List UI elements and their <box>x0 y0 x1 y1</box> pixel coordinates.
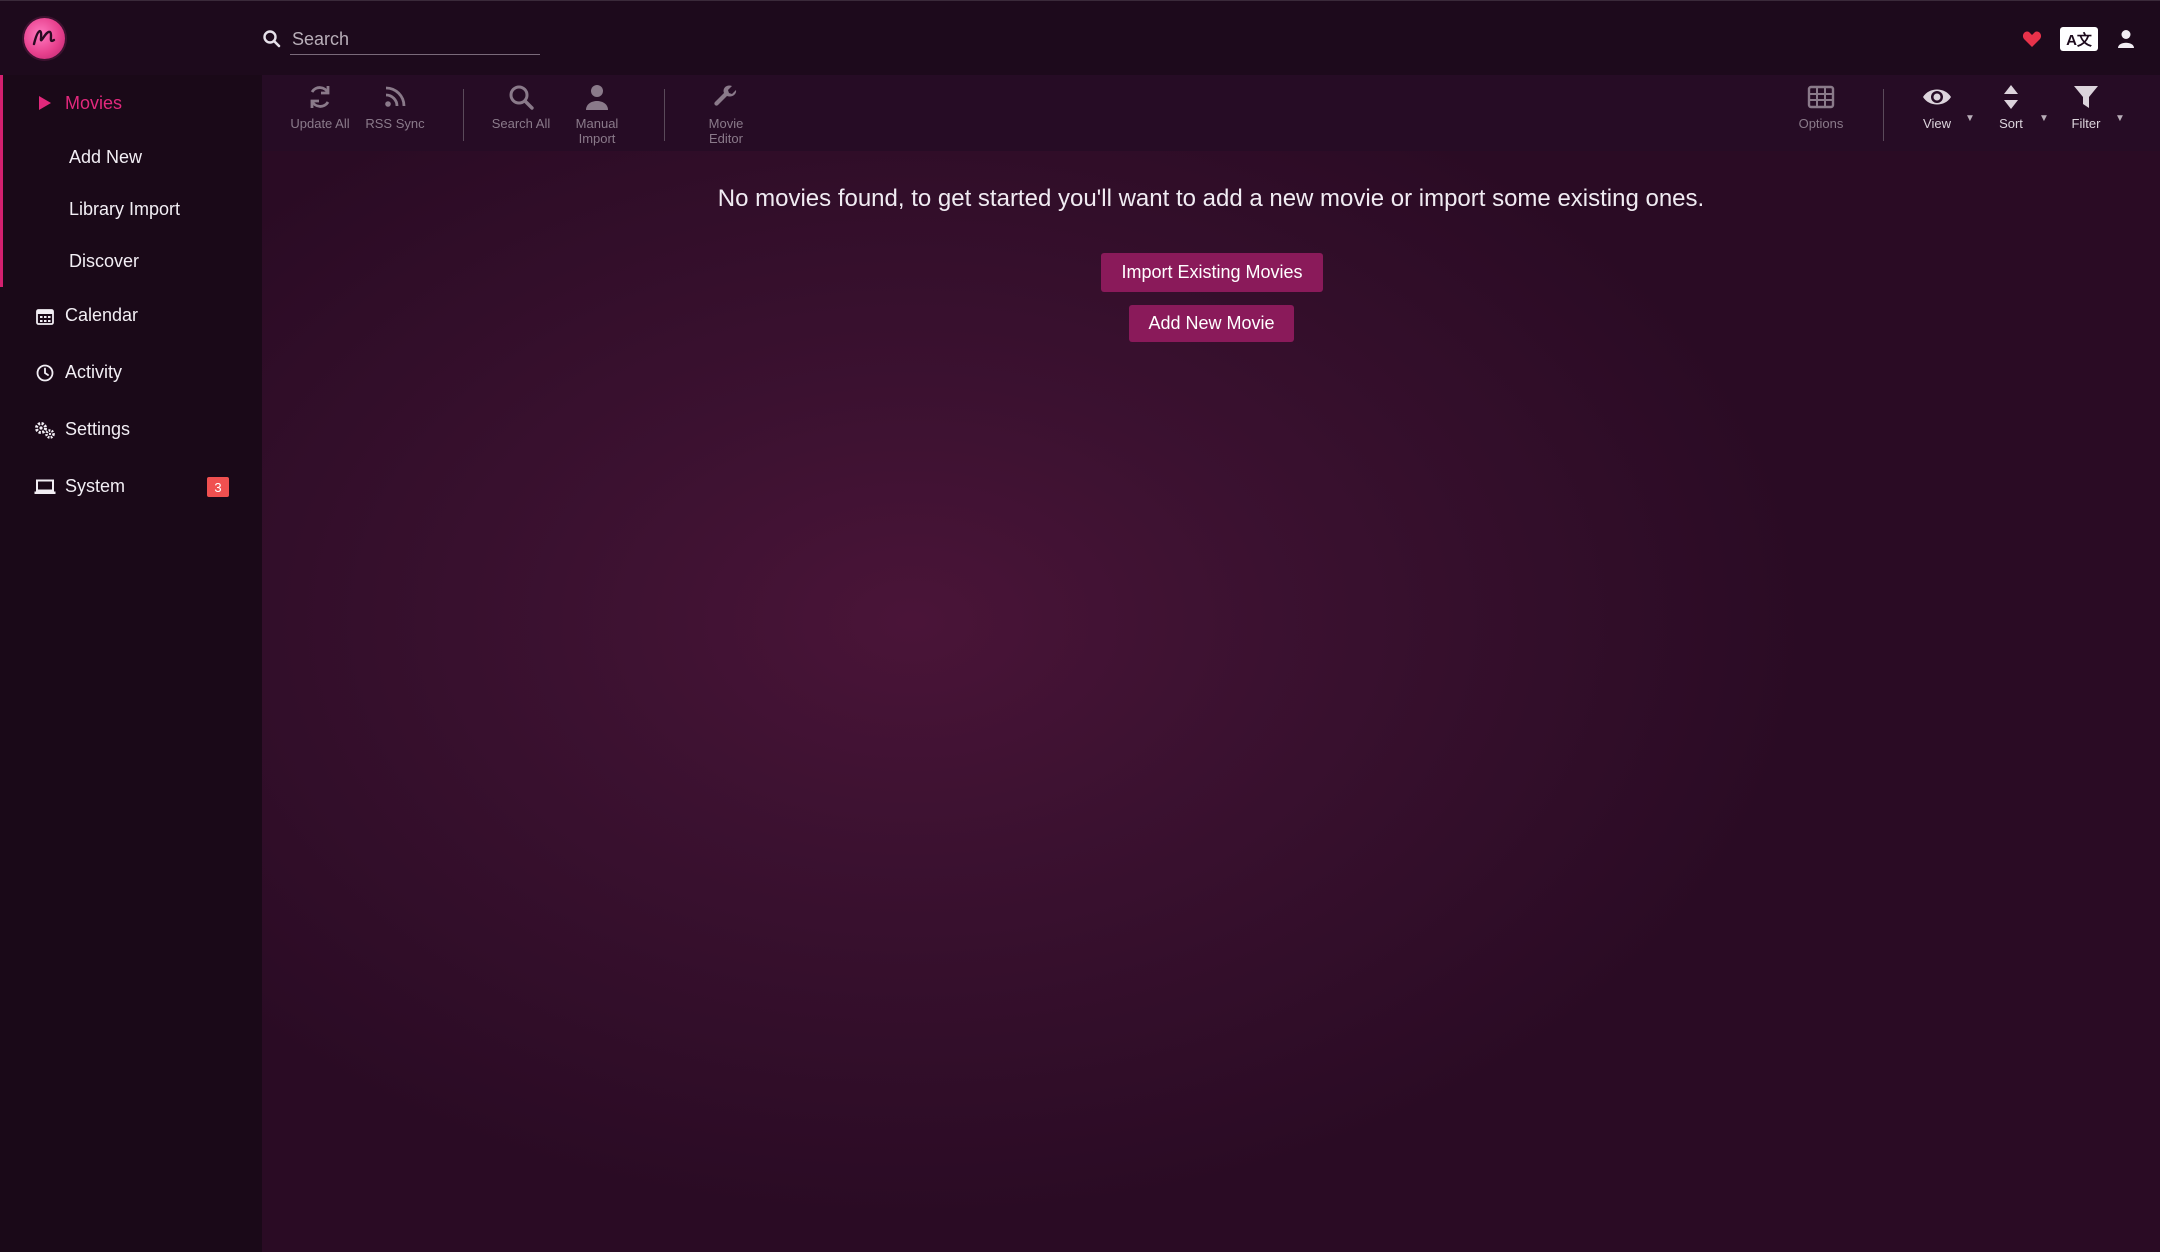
sidebar-item-label: Activity <box>65 362 123 382</box>
status-badge: 3 <box>207 477 229 497</box>
user-icon[interactable] <box>2112 26 2140 52</box>
add-new-movie-button[interactable]: Add New Movie <box>1129 305 1294 342</box>
options-button[interactable]: Options <box>1785 83 1857 147</box>
toolbar-label: Manual <box>575 116 619 131</box>
toolbar-label: Search All <box>491 116 551 131</box>
eye-icon <box>1923 89 1951 105</box>
toolbar-divider <box>1883 89 1884 141</box>
app-logo[interactable] <box>24 18 65 59</box>
sidebar-item-movies[interactable]: Movies <box>0 75 262 287</box>
app-root: A文 Movies Add New Library Import Discove… <box>0 0 2160 1252</box>
search-icon <box>262 29 282 49</box>
sidebar-item-label: System <box>65 476 126 496</box>
wrench-icon <box>714 85 737 106</box>
movie-editor-button[interactable]: Movie Editor <box>690 83 762 147</box>
sidebar-item-label: Settings <box>65 419 131 439</box>
play-icon <box>34 92 56 114</box>
import-existing-movies-button[interactable]: Import Existing Movies <box>1101 253 1323 292</box>
sidebar-item-label: Calendar <box>65 305 139 325</box>
toolbar-label: View <box>1923 116 1951 131</box>
toolbar-label: Sort <box>1999 116 2023 131</box>
rss-sync-button[interactable]: RSS Sync <box>359 83 431 147</box>
clock-icon <box>34 362 56 384</box>
heart-icon[interactable] <box>2018 26 2046 52</box>
sort-button[interactable]: Sort <box>1975 83 2047 147</box>
header-actions: A文 <box>2018 25 2140 53</box>
toolbar-divider <box>664 89 665 141</box>
rss-icon <box>385 86 406 107</box>
filter-button[interactable]: Filter <box>2050 83 2122 147</box>
toolbar-label: Filter <box>2071 116 2101 131</box>
manual-import-button[interactable]: Manual Import <box>561 83 633 147</box>
toolbar-label: Editor <box>709 131 743 146</box>
toolbar-label: Import <box>578 131 616 146</box>
view-button[interactable]: View <box>1901 83 1973 147</box>
sidebar-item-settings[interactable]: Settings <box>0 401 262 458</box>
toolbar-label: Movie <box>708 116 744 131</box>
chevron-down-icon[interactable]: ▼ <box>2115 113 2125 124</box>
refresh-icon <box>310 86 330 108</box>
gears-icon <box>34 419 56 441</box>
search-icon <box>509 85 534 110</box>
sidebar-item-system[interactable]: System 3 <box>0 458 262 515</box>
sidebar-group-movies: Movies Add New Library Import Discover <box>0 75 262 287</box>
translate-icon[interactable]: A文 <box>2060 27 2098 51</box>
calendar-icon <box>34 305 56 327</box>
page-header: A文 <box>0 0 2160 75</box>
sidebar: Movies Add New Library Import Discover C… <box>0 75 262 1252</box>
empty-state-message: No movies found, to get started you'll w… <box>717 185 1705 212</box>
sidebar-subitem-library-import[interactable]: Library Import <box>0 183 262 235</box>
user-icon <box>586 85 608 110</box>
search-bar <box>262 25 540 55</box>
sidebar-item-label: Movies <box>65 92 123 113</box>
sidebar-item-calendar[interactable]: Calendar <box>0 287 262 344</box>
page-toolbar: Update All RSS Sync Search All Manual Im… <box>262 75 2160 151</box>
filter-icon <box>2074 86 2098 108</box>
search-all-button[interactable]: Search All <box>485 83 557 147</box>
toolbar-label: Update All <box>290 116 350 131</box>
sidebar-subitem-discover[interactable]: Discover <box>0 235 262 287</box>
toolbar-label: Options <box>1798 116 1844 131</box>
sort-icon <box>2004 85 2018 109</box>
sidebar-item-activity[interactable]: Activity <box>0 344 262 401</box>
laptop-icon <box>34 476 56 498</box>
chevron-down-icon[interactable]: ▼ <box>2039 113 2049 124</box>
toolbar-divider <box>463 89 464 141</box>
chevron-down-icon[interactable]: ▼ <box>1965 113 1975 124</box>
main-content: No movies found, to get started you'll w… <box>262 151 2160 1252</box>
sidebar-subitem-add-new[interactable]: Add New <box>0 131 262 183</box>
update-all-button[interactable]: Update All <box>284 83 356 147</box>
search-input[interactable] <box>290 25 540 55</box>
toolbar-label: RSS Sync <box>365 116 425 131</box>
table-icon <box>1807 85 1835 109</box>
